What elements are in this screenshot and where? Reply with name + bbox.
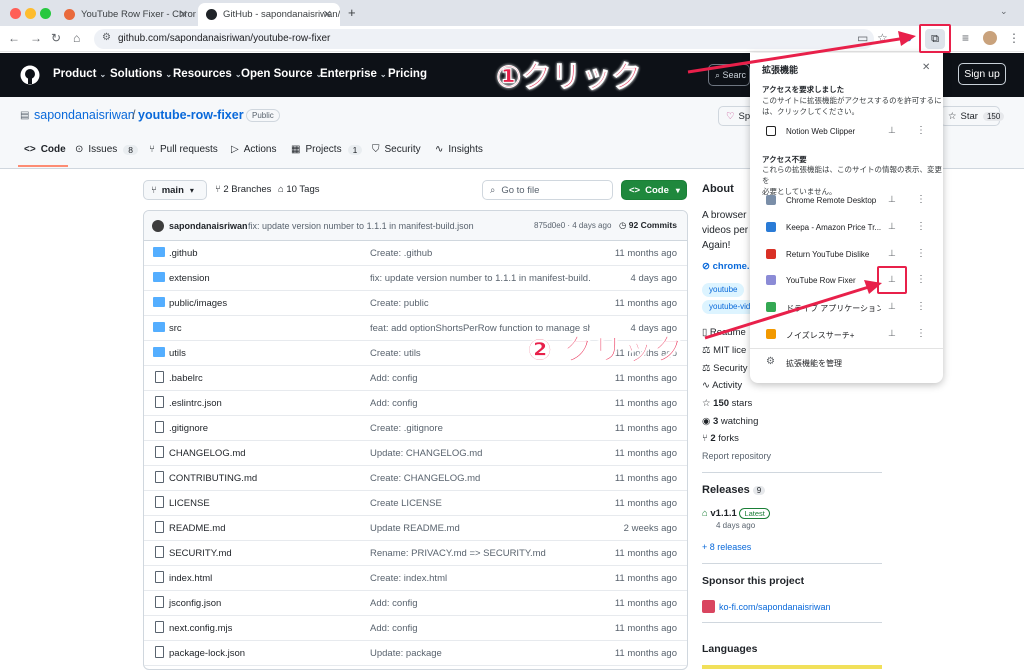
arrow-step2 xyxy=(704,284,873,340)
arrowhead-step1 xyxy=(898,31,916,46)
annotation-step1: ①クリック xyxy=(495,60,642,96)
arrow-step1 xyxy=(687,36,907,74)
arrowhead-step2 xyxy=(864,280,882,294)
annotation-step2: ② クリック xyxy=(527,333,684,369)
annotation-arrows xyxy=(687,31,916,340)
